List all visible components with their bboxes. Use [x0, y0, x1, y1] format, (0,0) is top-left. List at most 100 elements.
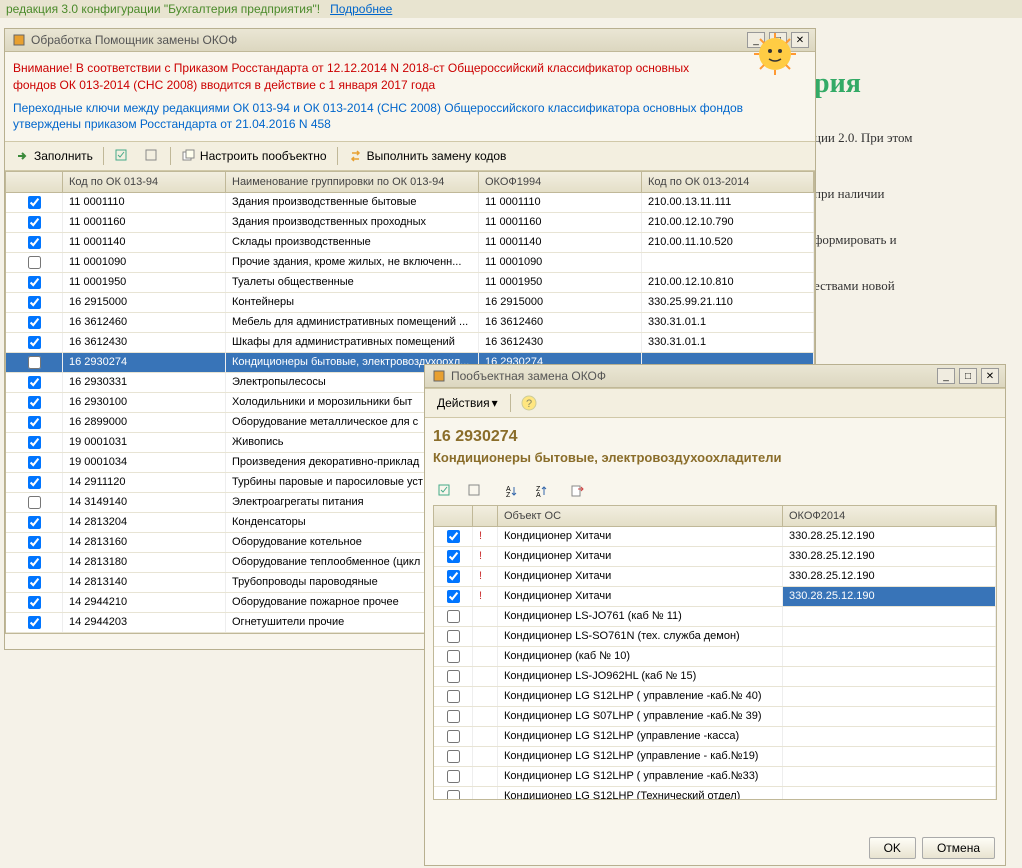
- row-checkbox[interactable]: [447, 770, 460, 783]
- row-checkbox[interactable]: [28, 276, 41, 289]
- col-okof2014[interactable]: ОКОФ2014: [783, 506, 996, 526]
- table-row[interactable]: Кондиционер LG S12LHP ( управление -каб.…: [434, 767, 996, 787]
- row-checkbox[interactable]: [28, 496, 41, 509]
- row-checkbox[interactable]: [28, 216, 41, 229]
- row-checkbox[interactable]: [28, 476, 41, 489]
- row-checkbox[interactable]: [28, 516, 41, 529]
- table-row[interactable]: 11 0001160 Здания производственных прохо…: [6, 213, 814, 233]
- cell-name: Контейнеры: [226, 293, 479, 312]
- row-checkbox[interactable]: [28, 236, 41, 249]
- table-row[interactable]: 16 3612430 Шкафы для административных по…: [6, 333, 814, 353]
- cell-okof: 16 2915000: [479, 293, 642, 312]
- cell-okof: [783, 747, 996, 766]
- export-button[interactable]: [565, 481, 589, 501]
- check-all-button[interactable]: [433, 481, 457, 501]
- cell-newcode: 330.31.01.1: [642, 333, 814, 352]
- table-row[interactable]: 16 2915000 Контейнеры 16 2915000 330.25.…: [6, 293, 814, 313]
- row-checkbox[interactable]: [447, 730, 460, 743]
- table-row[interactable]: Кондиционер LG S12LHP (Технический отдел…: [434, 787, 996, 799]
- notice-blue: Переходные ключи между редакциями ОК 013…: [13, 100, 807, 134]
- cell-code: 11 0001110: [63, 193, 226, 212]
- col-newcode[interactable]: Код по ОК 013-2014: [642, 172, 814, 192]
- row-checkbox[interactable]: [28, 456, 41, 469]
- row-checkbox[interactable]: [447, 610, 460, 623]
- row-checkbox[interactable]: [28, 376, 41, 389]
- replace-button[interactable]: Выполнить замену кодов: [344, 146, 511, 166]
- row-checkbox[interactable]: [447, 710, 460, 723]
- table-row[interactable]: ! Кондиционер Хитачи 330.28.25.12.190: [434, 567, 996, 587]
- cell-code: 19 0001034: [63, 453, 226, 472]
- uncheck-all-button[interactable]: [463, 481, 487, 501]
- row-checkbox[interactable]: [447, 550, 460, 563]
- col-code[interactable]: Код по ОК 013-94: [63, 172, 226, 192]
- maximize-button[interactable]: □: [959, 368, 977, 384]
- table-row[interactable]: 11 0001140 Склады производственные 11 00…: [6, 233, 814, 253]
- row-checkbox[interactable]: [28, 576, 41, 589]
- col-object[interactable]: Объект ОС: [498, 506, 783, 526]
- row-checkbox[interactable]: [28, 356, 41, 369]
- table-row[interactable]: Кондиционер (каб № 10): [434, 647, 996, 667]
- row-checkbox[interactable]: [28, 296, 41, 309]
- table-row[interactable]: Кондиционер LG S12LHP (управление - каб.…: [434, 747, 996, 767]
- table-row[interactable]: 16 3612460 Мебель для административных п…: [6, 313, 814, 333]
- row-checkbox[interactable]: [28, 536, 41, 549]
- cell-name: Шкафы для административных помещений: [226, 333, 479, 352]
- table-row[interactable]: 11 0001110 Здания производственные бытов…: [6, 193, 814, 213]
- row-checkbox[interactable]: [447, 630, 460, 643]
- actions-dropdown[interactable]: Действия ▾: [431, 394, 504, 412]
- cancel-button[interactable]: Отмена: [922, 837, 995, 859]
- col-okof[interactable]: ОКОФ1994: [479, 172, 642, 192]
- titlebar: Обработка Помощник замены ОКОФ _ □ ✕: [5, 29, 815, 52]
- fill-button[interactable]: Заполнить: [11, 146, 97, 166]
- minimize-button[interactable]: _: [937, 368, 955, 384]
- help-button[interactable]: ?: [517, 393, 541, 413]
- cell-okof: [783, 647, 996, 666]
- row-checkbox[interactable]: [28, 556, 41, 569]
- banner-link[interactable]: Подробнее: [330, 2, 392, 16]
- table-row[interactable]: Кондиционер LG S07LHP ( управление -каб.…: [434, 707, 996, 727]
- table-row[interactable]: ! Кондиционер Хитачи 330.28.25.12.190: [434, 547, 996, 567]
- row-checkbox[interactable]: [28, 616, 41, 629]
- row-checkbox[interactable]: [28, 336, 41, 349]
- row-checkbox[interactable]: [447, 530, 460, 543]
- cell-okof: 16 3612460: [479, 313, 642, 332]
- help-icon: ?: [521, 395, 537, 411]
- table-row[interactable]: 11 0001950 Туалеты общественные 11 00019…: [6, 273, 814, 293]
- row-checkbox[interactable]: [28, 256, 41, 269]
- close-button[interactable]: ✕: [981, 368, 999, 384]
- row-checkbox[interactable]: [28, 396, 41, 409]
- row-checkbox[interactable]: [447, 650, 460, 663]
- row-checkbox[interactable]: [447, 790, 460, 799]
- row-checkbox[interactable]: [447, 570, 460, 583]
- cell-okof: 330.28.25.12.190: [783, 567, 996, 586]
- table-row[interactable]: Кондиционер LG S12LHP (управление -касса…: [434, 727, 996, 747]
- settings-button[interactable]: Настроить пообъектно: [177, 146, 331, 166]
- row-checkbox[interactable]: [447, 690, 460, 703]
- row-checkbox[interactable]: [28, 196, 41, 209]
- row-checkbox[interactable]: [28, 436, 41, 449]
- row-checkbox[interactable]: [28, 596, 41, 609]
- row-checkbox[interactable]: [447, 750, 460, 763]
- cell-mark: !: [473, 527, 498, 546]
- cell-mark: [473, 627, 498, 646]
- sort-desc-button[interactable]: ZA: [529, 481, 553, 501]
- table-row[interactable]: Кондиционер LG S12LHP ( управление -каб.…: [434, 687, 996, 707]
- table-row[interactable]: 11 0001090 Прочие здания, кроме жилых, н…: [6, 253, 814, 273]
- footer-buttons: OK Отмена: [869, 837, 995, 859]
- row-checkbox[interactable]: [447, 670, 460, 683]
- ok-button[interactable]: OK: [869, 837, 916, 859]
- table-row[interactable]: Кондиционер LS-JO761 (каб № 11): [434, 607, 996, 627]
- cell-okof: 11 0001090: [479, 253, 642, 272]
- col-name[interactable]: Наименование группировки по ОК 013-94: [226, 172, 479, 192]
- table-row[interactable]: Кондиционер LS-SO761N (тех. служба демон…: [434, 627, 996, 647]
- row-checkbox[interactable]: [28, 316, 41, 329]
- sort-asc-button[interactable]: AZ: [499, 481, 523, 501]
- uncheck-all-button[interactable]: [140, 146, 164, 166]
- row-checkbox[interactable]: [447, 590, 460, 603]
- table-row[interactable]: Кондиционер LS-JO962HL (каб № 15): [434, 667, 996, 687]
- table-row[interactable]: ! Кондиционер Хитачи 330.28.25.12.190: [434, 527, 996, 547]
- table-row[interactable]: ! Кондиционер Хитачи 330.28.25.12.190: [434, 587, 996, 607]
- row-checkbox[interactable]: [28, 416, 41, 429]
- cell-mark: [473, 767, 498, 786]
- check-all-button[interactable]: [110, 146, 134, 166]
